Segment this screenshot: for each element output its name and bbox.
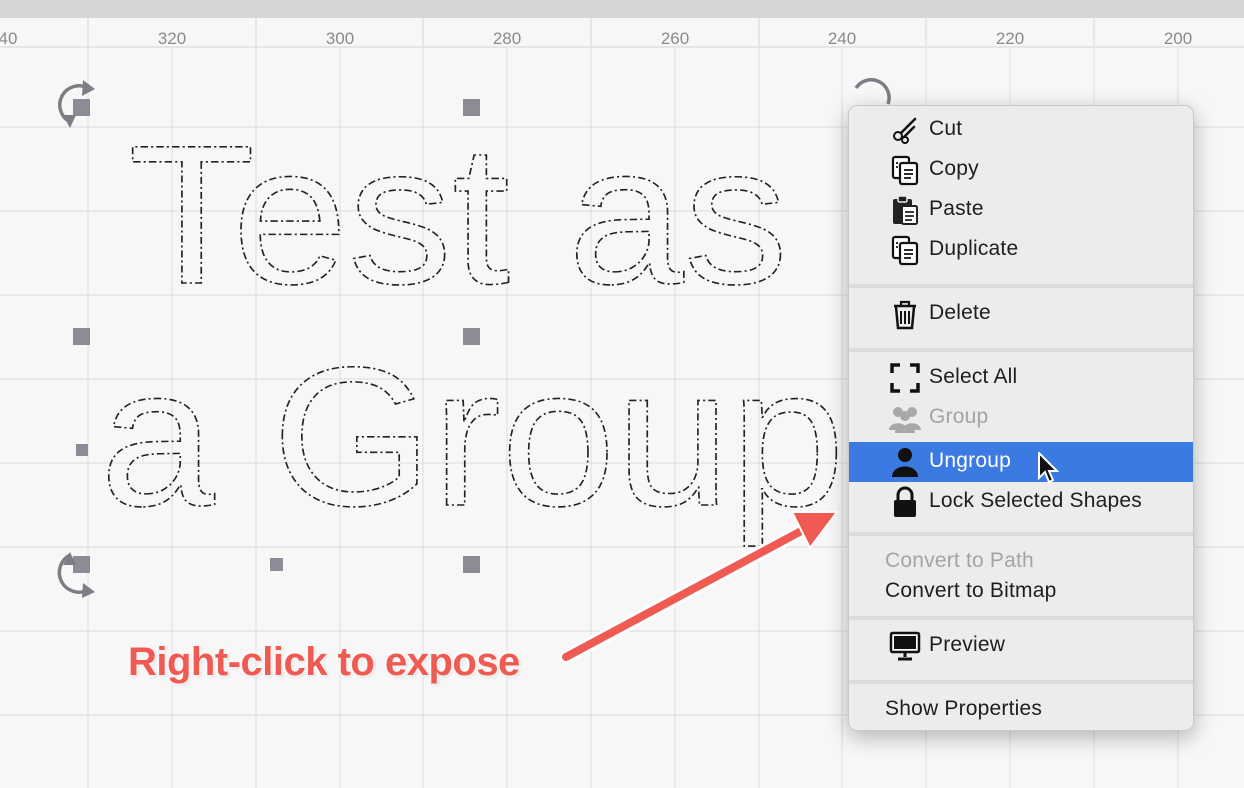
menu-item-label: Convert to Bitmap [885, 579, 1057, 602]
menu-separator [849, 284, 1193, 288]
menu-item-preview[interactable]: Preview [849, 626, 1193, 666]
clipboard-icon [887, 190, 923, 230]
menu-separator [849, 532, 1193, 536]
menu-separator [849, 616, 1193, 620]
ruler-label: 200 [1163, 29, 1193, 48]
scissors-icon [887, 110, 923, 150]
menu-item-label: Delete [929, 301, 991, 324]
menu-item-group: Group [849, 398, 1193, 438]
ruler-label: 320 [157, 29, 187, 48]
copy-icon [887, 150, 923, 190]
menu-item-label: Show Properties [885, 697, 1043, 720]
text-shape-line-2[interactable]: a Group [99, 325, 846, 548]
ruler-label: 280 [492, 29, 522, 48]
menu-item-convert-to-bitmap[interactable]: Convert to Bitmap [849, 572, 1193, 612]
mouse-cursor-icon [1038, 452, 1060, 484]
monitor-icon [887, 626, 923, 666]
menu-item-select-all[interactable]: Select All [849, 358, 1193, 398]
context-menu[interactable]: Cut Copy Paste Duplicate Delete Select A… [848, 105, 1194, 731]
handle-top-left [73, 99, 90, 116]
menu-item-label: Ungroup [929, 449, 1011, 472]
handle-middle-center [463, 328, 480, 345]
menu-item-label: Duplicate [929, 237, 1019, 260]
ruler-label: 260 [660, 29, 690, 48]
menu-item-label: Paste [929, 197, 984, 220]
select-all-icon [887, 358, 923, 398]
menu-item-paste[interactable]: Paste [849, 190, 1193, 230]
menu-item-label: Cut [929, 117, 963, 140]
handle-middle-left [73, 328, 90, 345]
trash-icon [887, 294, 923, 334]
lock-icon [887, 482, 923, 522]
text-shape-line-1[interactable]: Test as [127, 103, 789, 326]
person-icon [887, 442, 923, 482]
menu-separator [849, 680, 1193, 684]
menu-separator [849, 348, 1193, 352]
menu-item-label: Lock Selected Shapes [929, 489, 1142, 512]
handle-bottom-small [270, 558, 283, 571]
group-icon [887, 398, 923, 438]
menu-item-show-properties[interactable]: Show Properties [849, 690, 1193, 730]
menu-item-copy[interactable]: Copy [849, 150, 1193, 190]
menu-item-label: Preview [929, 633, 1006, 656]
menu-item-duplicate[interactable]: Duplicate [849, 230, 1193, 270]
menu-item-cut[interactable]: Cut [849, 110, 1193, 150]
ruler-label: 40 [0, 29, 18, 48]
ruler-label: 240 [827, 29, 857, 48]
menu-item-label: Select All [929, 365, 1018, 388]
menu-item-lock-selected[interactable]: Lock Selected Shapes [849, 482, 1193, 522]
handle-bottom-center [463, 556, 480, 573]
menu-item-ungroup[interactable]: Ungroup [849, 442, 1193, 484]
annotation-label: Right-click to expose [128, 640, 520, 684]
menu-item-label: Group [929, 405, 989, 428]
ruler-label: 220 [995, 29, 1025, 48]
handle-left [76, 444, 88, 456]
handle-top-center [463, 99, 480, 116]
menu-item-delete[interactable]: Delete [849, 294, 1193, 334]
ruler-label: 300 [325, 29, 355, 48]
duplicate-icon [887, 230, 923, 270]
menu-item-label: Convert to Path [885, 549, 1034, 572]
menu-item-label: Copy [929, 157, 979, 180]
